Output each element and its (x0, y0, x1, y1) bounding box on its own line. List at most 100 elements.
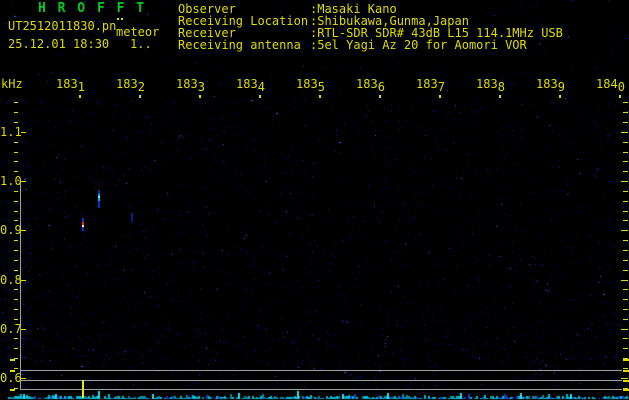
freq-axis-minor-tick (14, 201, 18, 202)
freq-axis-major-tick-right (621, 378, 628, 379)
time-axis-tick (559, 95, 561, 98)
freq-axis-minor-tick (14, 152, 18, 153)
freq-axis-minor-tick-right (623, 299, 628, 300)
datetime-label: 25.12.01 18:30 (8, 37, 110, 51)
time-axis-label: 1836 (356, 77, 385, 94)
freq-axis-minor-tick (14, 299, 18, 300)
freq-axis-minor-tick (14, 112, 18, 113)
time-axis-label: 1838 (476, 77, 505, 94)
freq-axis-major-tick-right (621, 132, 628, 133)
strip-chart-right-tick (623, 380, 629, 382)
freq-axis-label: 0.8 (0, 273, 22, 287)
freq-axis-minor-tick-right (623, 122, 628, 123)
counter-label: 1.. (130, 37, 152, 51)
freq-axis-minor-tick-right (623, 319, 628, 320)
time-axis-label: 1832 (116, 77, 145, 94)
freq-axis-label: 0.7 (0, 322, 22, 336)
pixel-artifact (117, 18, 119, 20)
freq-axis-minor-tick (14, 348, 18, 349)
time-axis-tick (619, 95, 621, 98)
freq-axis-unit: kHz (1, 77, 23, 91)
noise-speckle-layer (0, 0, 629, 400)
time-axis-label: 1835 (296, 77, 325, 94)
freq-axis-minor-tick (14, 211, 18, 212)
freq-axis-minor-tick (14, 240, 18, 241)
time-axis-label: 1834 (236, 77, 265, 94)
strip-chart-left-tick (10, 389, 15, 391)
freq-axis-minor-tick (14, 309, 18, 310)
freq-axis-minor-tick-right (623, 220, 628, 221)
freq-axis-minor-tick-right (623, 240, 628, 241)
freq-axis-minor-tick (14, 368, 18, 369)
time-axis-tick (139, 95, 141, 98)
freq-axis-minor-tick (14, 289, 18, 290)
time-axis-tick (79, 95, 81, 98)
freq-axis-minor-tick-right (623, 309, 628, 310)
strip-chart-right-tick (623, 389, 629, 391)
freq-axis-minor-tick-right (623, 368, 628, 369)
freq-axis-minor-tick (14, 220, 18, 221)
freq-axis-minor-tick-right (623, 112, 628, 113)
time-axis-tick (319, 95, 321, 98)
freq-axis-minor-tick (14, 319, 18, 320)
freq-axis-minor-tick-right (623, 171, 628, 172)
freq-axis-minor-tick (14, 260, 18, 261)
freq-axis-major-tick (21, 329, 26, 330)
freq-axis-major-tick-right (621, 181, 628, 182)
freq-axis-major-tick (21, 280, 26, 281)
strip-chart-gridline (20, 370, 622, 371)
freq-axis-minor-tick (14, 102, 18, 103)
meteor-echo-red-core (82, 227, 84, 231)
freq-axis-major-tick (21, 378, 26, 379)
freq-axis-major-tick (21, 230, 26, 231)
time-axis-tick (259, 95, 261, 98)
freq-axis-minor-tick-right (623, 289, 628, 290)
strip-chart-gridline (20, 380, 622, 381)
observer-row-value: :5el Yagi Az 20 for Aomori VOR (310, 38, 527, 52)
freq-axis-minor-tick-right (623, 338, 628, 339)
hrofft-screen: H R O F F T UT2512011830.pn meteor 25.12… (0, 0, 629, 400)
freq-axis-major-tick (21, 181, 26, 182)
freq-axis-minor-tick-right (623, 191, 628, 192)
observer-row-label: Receiving antenna (178, 38, 301, 52)
time-axis-tick (379, 95, 381, 98)
freq-axis-minor-tick (14, 250, 18, 251)
freq-axis-minor-tick (14, 142, 18, 143)
freq-axis-minor-tick-right (623, 250, 628, 251)
time-axis-label: 1831 (56, 77, 85, 94)
freq-axis-major-tick (21, 132, 26, 133)
meteor-echo-cyan (98, 201, 100, 208)
time-axis-tick (199, 95, 201, 98)
freq-axis-minor-tick-right (623, 260, 628, 261)
freq-axis-label: 0.6 (0, 371, 22, 385)
freq-axis-major-tick-right (621, 280, 628, 281)
meteor-echo-faint (131, 213, 133, 222)
freq-axis-major-tick-right (621, 230, 628, 231)
freq-axis-minor-tick (14, 171, 18, 172)
time-axis-tick (439, 95, 441, 98)
signal-spike (82, 380, 84, 398)
freq-axis-label: 0.9 (0, 223, 22, 237)
freq-axis-minor-tick-right (623, 348, 628, 349)
time-axis-label: 1837 (416, 77, 445, 94)
app-title: H R O F F T (38, 1, 147, 16)
freq-axis-minor-tick (14, 270, 18, 271)
freq-axis-minor-tick-right (623, 211, 628, 212)
time-axis-tick (499, 95, 501, 98)
freq-axis-minor-tick (14, 338, 18, 339)
strip-chart-right-tick (623, 359, 629, 361)
freq-axis-minor-tick-right (623, 201, 628, 202)
freq-axis-minor-tick-right (623, 152, 628, 153)
capture-filename: UT2512011830.pn (8, 19, 117, 33)
time-axis-label: 1839 (536, 77, 565, 94)
freq-axis-minor-tick (14, 191, 18, 192)
pixel-artifact (121, 18, 123, 20)
freq-axis-label: 1.1 (0, 125, 22, 139)
freq-axis-minor-tick-right (623, 161, 628, 162)
freq-axis-minor-tick (14, 161, 18, 162)
freq-axis-label: 1.0 (0, 174, 22, 188)
freq-axis-minor-tick (14, 122, 18, 123)
strip-chart-gridline (20, 389, 622, 390)
freq-axis-major-tick-right (621, 329, 628, 330)
freq-axis-minor-tick-right (623, 270, 628, 271)
